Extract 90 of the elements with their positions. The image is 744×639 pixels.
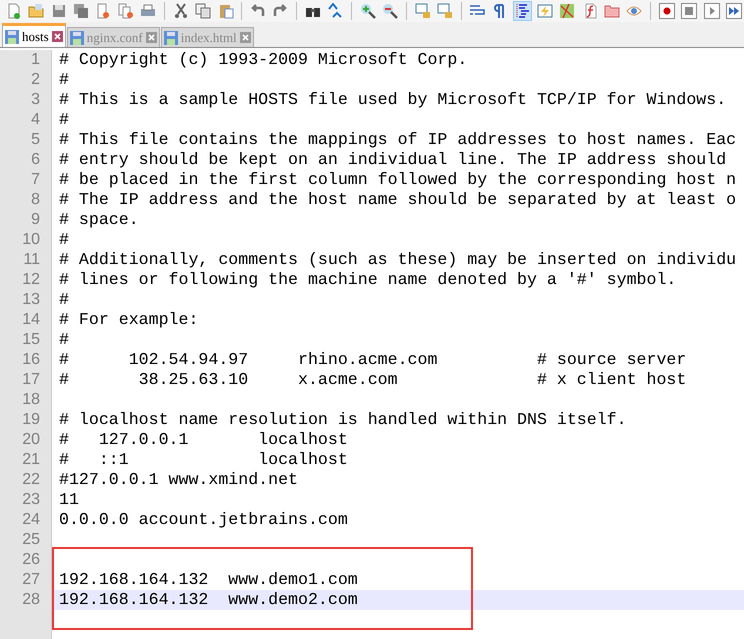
close-icon[interactable] (240, 32, 251, 43)
replace-icon (327, 3, 344, 19)
close-files-icon (118, 3, 134, 19)
line-number: 15 (21, 330, 41, 350)
line-number: 13 (21, 290, 41, 310)
line-number: 20 (21, 430, 41, 450)
line-number: 9 (30, 210, 41, 230)
line-number: 16 (21, 350, 41, 370)
line-number: 5 (30, 130, 41, 150)
window-lock-icon (437, 3, 453, 19)
line-number: 22 (21, 470, 41, 490)
line-number: 7 (30, 170, 41, 190)
indent-guide-icon (514, 3, 530, 19)
line-number: 4 (30, 110, 41, 130)
scissors-icon (172, 3, 189, 19)
code-line: # (59, 70, 69, 90)
folder-icon (28, 3, 44, 19)
toolbar-button[interactable] (657, 1, 677, 21)
window-lock-icon (414, 3, 431, 19)
code-line: # The IP address and the host name should be separated by at least o (59, 190, 736, 210)
code-line: # localhost name resolution is handled within DNS itself. (59, 410, 627, 430)
line-number: 12 (21, 270, 41, 290)
map-icon (559, 3, 576, 19)
code-line: #127.0.0.1 www.xmind.net (59, 470, 298, 490)
code-line: 192.168.164.132 www.demo2.com (59, 590, 358, 610)
tab-label: hosts (22, 28, 49, 44)
line-number: 2 (30, 70, 41, 90)
code-line: # For example: (59, 310, 198, 330)
line-number: 17 (21, 370, 41, 390)
printer-icon (140, 3, 156, 19)
code-line: # (59, 110, 69, 130)
close-file-icon (95, 3, 112, 19)
code-line: # be placed in the first column followed by the corresponding host n (59, 170, 736, 190)
code-line: # 127.0.0.1 localhost (59, 430, 348, 450)
code-line: 192.168.164.132 www.demo1.com (59, 570, 358, 590)
line-number: 18 (21, 390, 41, 410)
line-number: 21 (21, 450, 41, 470)
code-line: # Additionally, comments (such as these) may be inserted on individu (59, 250, 736, 270)
line-number: 25 (21, 530, 41, 550)
code-line: # entry should be kept on an individual line. The IP address should (59, 150, 726, 170)
undo-icon (250, 3, 266, 19)
line-number: 10 (21, 230, 41, 250)
code-line: # space. (59, 210, 139, 230)
redo-icon (272, 3, 288, 19)
code-line: 11 (59, 490, 79, 510)
code-line: # (59, 290, 69, 310)
code-line: # 102.54.94.97 rhino.acme.com # source server (59, 350, 686, 370)
line-number: 11 (22, 250, 41, 270)
toolbar-button[interactable] (380, 1, 400, 21)
zoom-in-icon (360, 3, 376, 19)
toggle-button[interactable] (512, 1, 532, 21)
line-number: 27 (21, 570, 41, 590)
file-tab[interactable]: nginx.conf (66, 27, 160, 47)
line-number: 19 (21, 410, 41, 430)
code-line: # (59, 230, 69, 250)
line-number: 28 (21, 590, 41, 610)
line-number: 3 (30, 90, 41, 110)
copy-icon (195, 3, 212, 19)
line-number: 6 (30, 150, 41, 170)
file-tab[interactable]: hosts (2, 23, 66, 47)
stop-icon (681, 3, 698, 19)
code-line: # lines or following the machine name denoted by a '#' symbol. (59, 270, 676, 290)
code-line: # ::1 localhost (59, 450, 348, 470)
line-number: 24 (21, 510, 41, 530)
line-number: 14 (21, 310, 41, 330)
toolbar-button[interactable] (358, 1, 378, 21)
tab-label: nginx.conf (86, 30, 143, 46)
code-line: # This is a sample HOSTS file used by Microsoft TCP/IP for Windows. (59, 90, 726, 110)
floppy-disks-icon (73, 3, 90, 19)
line-number: 26 (21, 550, 41, 570)
paste-icon (218, 3, 234, 19)
record-icon (658, 3, 675, 19)
line-number: 23 (21, 490, 41, 510)
code-line: # Copyright (c) 1993-2009 Microsoft Corp. (59, 50, 468, 70)
code-line: 0.0.0.0 account.jetbrains.com (59, 510, 348, 530)
code-line: # 38.25.63.10 x.acme.com # x client host (59, 370, 686, 390)
tab-label: index.html (180, 30, 237, 46)
lightning-icon (536, 3, 553, 19)
toolbar-button[interactable] (724, 1, 744, 21)
file-tab[interactable]: index.html (160, 27, 254, 47)
line-number: 1 (30, 50, 41, 70)
close-icon[interactable] (146, 32, 157, 43)
line-number: 8 (30, 190, 41, 210)
code-line: # (59, 330, 69, 350)
play-icon (704, 3, 720, 19)
code-line: # This file contains the mappings of IP addresses to host names. Eac (59, 130, 736, 150)
new-file-icon (6, 3, 22, 19)
folder-icon (604, 3, 620, 19)
zoom-out-icon (382, 3, 398, 19)
close-icon[interactable] (52, 31, 63, 42)
